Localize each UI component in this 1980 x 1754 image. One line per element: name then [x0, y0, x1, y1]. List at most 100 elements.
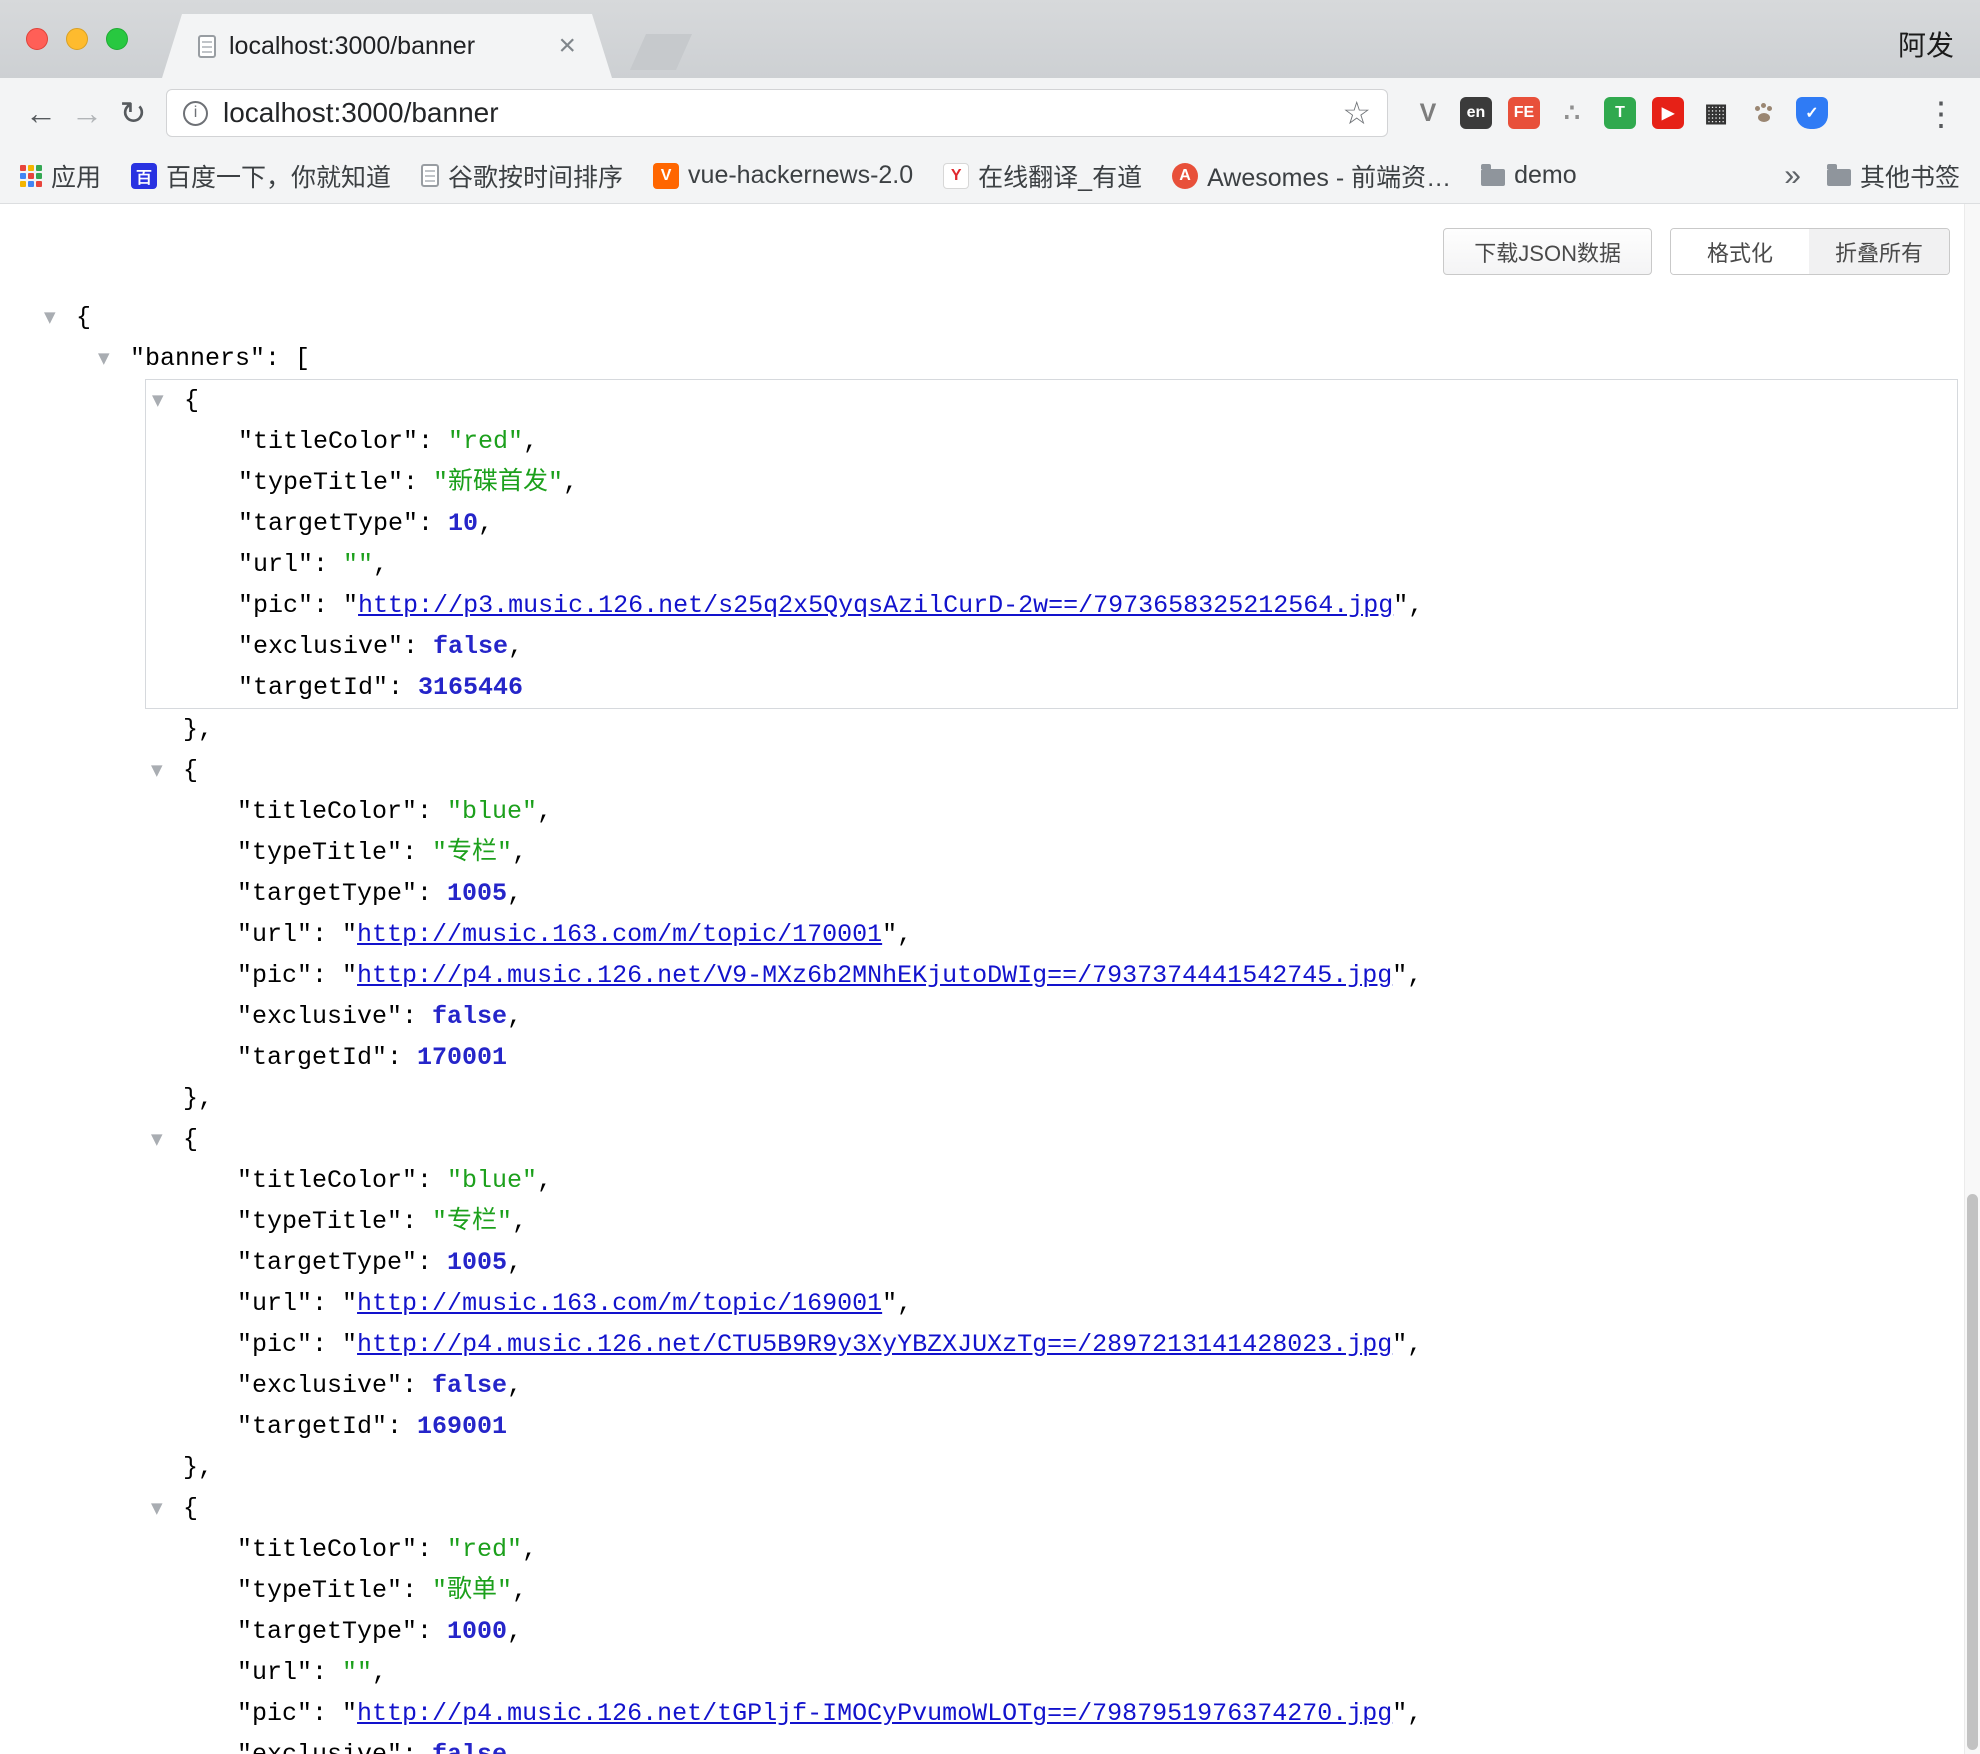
folder-icon — [1481, 169, 1505, 186]
download-json-button[interactable]: 下载JSON数据 — [1443, 228, 1652, 275]
json-text: , — [897, 920, 912, 949]
json-text: false — [433, 632, 508, 661]
json-text: " — [1393, 591, 1408, 620]
json-text: : — [312, 1289, 342, 1318]
minimize-window-button[interactable] — [66, 28, 88, 50]
reload-button[interactable]: ↻ — [110, 90, 156, 136]
json-url-link[interactable]: http://p4.music.126.net/V9-MXz6b2MNhEKju… — [357, 961, 1392, 990]
forward-button[interactable]: → — [64, 90, 110, 136]
baidu-icon: 百 — [131, 163, 157, 189]
json-text: false — [432, 1740, 507, 1754]
collapse-triangle-icon[interactable]: ▼ — [151, 1119, 163, 1160]
youtube-icon[interactable]: ▶ — [1650, 95, 1686, 131]
collapse-triangle-icon[interactable]: ▼ — [44, 297, 56, 338]
url-text[interactable]: localhost:3000/banner — [223, 97, 1327, 129]
json-text: , — [537, 1166, 552, 1195]
json-key: "typeTitle" — [238, 468, 403, 497]
json-key: "url" — [237, 920, 312, 949]
json-key: "exclusive" — [237, 1002, 402, 1031]
bookmark-label: demo — [1514, 161, 1577, 190]
tab-close-icon[interactable]: × — [558, 31, 576, 61]
json-text: 10 — [448, 509, 478, 538]
json-key: "exclusive" — [237, 1740, 402, 1754]
sitemap-icon[interactable]: ∴ — [1554, 95, 1590, 131]
json-line: "pic": "http://p4.music.126.net/V9-MXz6b… — [145, 955, 1958, 996]
collapse-all-button[interactable]: 折叠所有 — [1809, 229, 1949, 274]
extension-icons: Ven FE ∴ T ▶ ▦ ✓ — [1410, 95, 1830, 131]
collapse-triangle-icon[interactable]: ▼ — [152, 380, 164, 421]
json-key: "targetType" — [237, 879, 417, 908]
json-text: : — [388, 673, 418, 702]
page-info-icon[interactable]: i — [183, 101, 208, 126]
apps-shortcut[interactable]: 应用 — [20, 158, 101, 194]
json-line: "typeTitle": "新碟首发", — [146, 462, 1957, 503]
json-key: "targetId" — [237, 1043, 387, 1072]
vertical-scrollbar[interactable] — [1964, 204, 1980, 1754]
paw-icon[interactable] — [1746, 95, 1782, 131]
fe-extension-icon[interactable]: FE — [1506, 95, 1542, 131]
json-text: " — [342, 1699, 357, 1728]
json-line: ▼{ — [146, 380, 1957, 421]
bookmark-star-icon[interactable]: ☆ — [1342, 94, 1371, 132]
close-window-button[interactable] — [26, 28, 48, 50]
paw-glyph — [1747, 96, 1781, 130]
zoom-window-button[interactable] — [106, 28, 128, 50]
collapse-triangle-icon[interactable]: ▼ — [98, 338, 110, 379]
json-line: "targetId": 170001 — [145, 1037, 1958, 1078]
json-key: "titleColor" — [237, 1166, 417, 1195]
banner-object: ▼{"titleColor": "blue","typeTitle": "专栏"… — [145, 750, 1958, 1119]
json-line: "titleColor": "blue", — [145, 1160, 1958, 1201]
bookmarks-overflow-icon[interactable]: » — [1784, 159, 1801, 193]
json-text: 1005 — [447, 879, 507, 908]
json-text: , — [1408, 591, 1423, 620]
bookmark-label: 谷歌按时间排序 — [448, 158, 623, 194]
json-text: " — [1392, 961, 1407, 990]
chrome-menu-icon[interactable]: ⋮ — [1920, 94, 1962, 133]
json-url-link[interactable]: http://music.163.com/m/topic/170001 — [357, 920, 882, 949]
awesomes-bookmark[interactable]: AAwesomes - 前端资… — [1172, 158, 1451, 194]
json-line: "titleColor": "blue", — [145, 791, 1958, 832]
json-url-link[interactable]: http://p4.music.126.net/CTU5B9R9y3XyYBZX… — [357, 1330, 1392, 1359]
json-text: : — [402, 1740, 432, 1754]
vimium-icon[interactable]: V — [1410, 95, 1446, 131]
translate-en-icon[interactable]: en — [1458, 95, 1494, 131]
vue-hackernews-bookmark[interactable]: Vvue-hackernews-2.0 — [653, 161, 913, 190]
bookmark-label: 在线翻译_有道 — [978, 158, 1142, 194]
qrcode-icon[interactable]: ▦ — [1698, 95, 1734, 131]
baidu-bookmark[interactable]: 百百度一下，你就知道 — [131, 158, 391, 194]
json-url-link[interactable]: http://p4.music.126.net/tGPljf-IMOCyPvum… — [357, 1699, 1392, 1728]
youdao-translate-bookmark[interactable]: Y在线翻译_有道 — [943, 158, 1142, 194]
new-tab-button[interactable] — [630, 34, 692, 70]
browser-tab[interactable]: localhost:3000/banner × — [162, 14, 612, 78]
json-text: }, — [183, 1453, 213, 1482]
json-url-link[interactable]: http://music.163.com/m/topic/169001 — [357, 1289, 882, 1318]
page-favicon-icon — [198, 35, 216, 58]
back-button[interactable]: ← — [18, 90, 64, 136]
t-shield-icon[interactable]: T — [1602, 95, 1638, 131]
extension-glyph: ∴ — [1564, 98, 1580, 128]
json-line: "targetType": 1005, — [145, 873, 1958, 914]
collapse-triangle-icon[interactable]: ▼ — [151, 750, 163, 791]
json-text: : — [312, 1699, 342, 1728]
shield-check-icon[interactable]: ✓ — [1794, 95, 1830, 131]
bookmark-label: 百度一下，你就知道 — [166, 158, 391, 194]
json-line: "pic": "http://p4.music.126.net/tGPljf-I… — [145, 1693, 1958, 1734]
other-bookmarks-button[interactable]: 其他书签 — [1827, 158, 1960, 194]
scrollbar-thumb[interactable] — [1967, 1194, 1978, 1750]
google-sort-bookmark[interactable]: 谷歌按时间排序 — [421, 158, 623, 194]
json-url-link[interactable]: http://p3.music.126.net/s25q2x5QyqsAzilC… — [358, 591, 1393, 620]
apps-grid-icon — [20, 165, 42, 187]
json-text: , — [537, 797, 552, 826]
demo-folder-bookmark[interactable]: demo — [1481, 161, 1577, 190]
collapse-triangle-icon[interactable]: ▼ — [151, 1488, 163, 1529]
json-line: ▼{ — [145, 750, 1958, 791]
banner-object: ▼{"titleColor": "red","typeTitle": "歌单",… — [145, 1488, 1958, 1754]
banner-object-block: ▼{"titleColor": "red","typeTitle": "歌单",… — [145, 1488, 1958, 1754]
json-key: "targetId" — [237, 1412, 387, 1441]
folder-icon — [1827, 169, 1851, 186]
json-text: : — [387, 1043, 417, 1072]
format-button[interactable]: 格式化 — [1671, 229, 1809, 274]
json-text: 170001 — [417, 1043, 507, 1072]
address-bar[interactable]: i localhost:3000/banner ☆ — [166, 89, 1388, 137]
banner-object-block: ▼{"titleColor": "blue","typeTitle": "专栏"… — [145, 1119, 1958, 1447]
